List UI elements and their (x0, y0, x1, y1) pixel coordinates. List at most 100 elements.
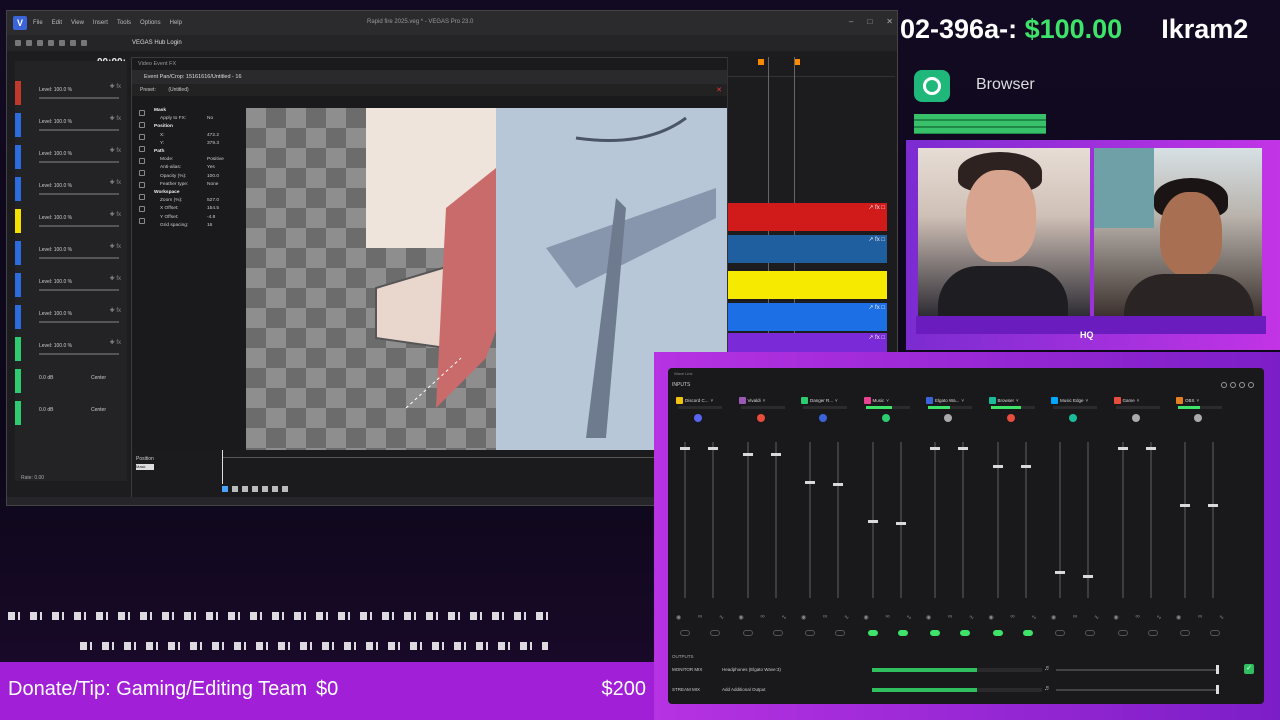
property-value[interactable]: Positive (207, 157, 224, 162)
preset-value[interactable]: (Untitled) (168, 87, 188, 93)
stream-fader[interactable] (708, 442, 718, 598)
snap-grid-icon[interactable] (139, 158, 145, 164)
property-value[interactable]: 379.3 (207, 141, 219, 146)
property-row[interactable]: Y: 379.3 (152, 141, 244, 148)
channel-header[interactable]: Browser ˅ (988, 396, 1037, 405)
track-fx-icon[interactable]: ✚ fx (110, 275, 121, 282)
channel-header[interactable]: Music ˅ (863, 396, 912, 405)
fader-knob[interactable] (742, 452, 753, 456)
stream-mix-toggle[interactable] (960, 630, 970, 636)
track-fx-icon[interactable]: ✚ fx (110, 83, 121, 90)
broadcast-icon[interactable]: ∿ (781, 614, 786, 621)
track-fx-icon[interactable]: ✚ fx (110, 243, 121, 250)
channel-header[interactable]: Discord C... ˅ (676, 396, 724, 405)
redo-icon[interactable] (81, 40, 87, 46)
chevron-down-icon[interactable]: ˅ (1086, 398, 1089, 403)
fader-knob[interactable] (1083, 574, 1093, 578)
add-input-icon[interactable] (1221, 382, 1227, 388)
fader-knob[interactable] (708, 446, 718, 450)
audio-track-header[interactable]: 0.0 dB Center (15, 367, 127, 397)
track-level-slider[interactable] (39, 129, 119, 131)
menu-help[interactable]: Help (170, 20, 182, 26)
video-track-header[interactable]: Level: 100.0 % ✚ fx (15, 271, 127, 301)
track-fx-icon[interactable]: ✚ fx (110, 147, 121, 154)
track-fx-icon[interactable]: ✚ fx (110, 307, 121, 314)
audio-track-header[interactable]: 0.0 dB Center (15, 399, 127, 429)
check-icon[interactable]: ✓ (1244, 664, 1254, 674)
video-track-header[interactable]: Level: 100.0 % ✚ fx (15, 239, 127, 269)
track-level-slider[interactable] (39, 225, 119, 227)
property-row[interactable]: Grid spacing: 16 (152, 223, 244, 230)
headphones-icon[interactable]: ◉ (989, 614, 994, 621)
prev-keyframe-icon[interactable] (242, 486, 248, 492)
keyframe-cursor[interactable] (222, 450, 223, 484)
undo-icon[interactable] (70, 40, 76, 46)
track-fx-icon[interactable]: ✚ fx (110, 211, 121, 218)
fx-icons[interactable]: ↗ fx □ (868, 304, 885, 311)
last-keyframe-icon[interactable] (262, 486, 268, 492)
channel-header[interactable]: Vivaldi ˅ (738, 396, 787, 405)
monitor-mix-toggle[interactable] (1117, 630, 1128, 636)
stream-mix-toggle[interactable] (1147, 630, 1158, 636)
delete-keyframe-icon[interactable] (282, 486, 288, 492)
channel-header[interactable]: Danger R... ˅ (801, 396, 849, 405)
channel-header[interactable]: Music Edge ˅ (1051, 396, 1099, 405)
render-icon[interactable] (48, 40, 54, 46)
channel-header[interactable]: Elgato Wa... ˅ (926, 396, 974, 405)
property-row[interactable]: X: 472.2 (152, 133, 244, 140)
chevron-down-icon[interactable]: ˅ (1137, 398, 1140, 403)
move-freely-icon[interactable] (139, 194, 145, 200)
stream-mix-toggle[interactable] (897, 630, 908, 636)
stream-fader[interactable] (770, 442, 781, 598)
stream-mix-toggle[interactable] (1210, 630, 1220, 636)
monitor-mix-toggle[interactable] (680, 630, 690, 636)
chevron-down-icon[interactable]: ˅ (961, 398, 964, 403)
track-level-slider[interactable] (39, 289, 119, 291)
volume-knob[interactable] (1216, 665, 1219, 674)
fader-knob[interactable] (833, 482, 843, 486)
fader-knob[interactable] (1208, 504, 1218, 508)
property-row[interactable]: Mode: Positive (152, 157, 244, 164)
rectangle-mask-icon[interactable] (139, 206, 145, 212)
red-track-event[interactable]: ↗ fx □ (728, 203, 887, 231)
show-properties-icon[interactable] (139, 146, 145, 152)
channel-header[interactable]: Game ˅ (1113, 396, 1162, 405)
speaker-icon[interactable]: ♬ (1044, 665, 1051, 672)
property-row[interactable]: Anti-alias: Yes (152, 165, 244, 172)
output-device-select[interactable]: Headphones (Elgato Wave:3) (722, 667, 781, 672)
fader-knob[interactable] (680, 446, 690, 450)
broadcast-icon[interactable]: ∿ (1094, 614, 1099, 621)
headphones-icon[interactable]: ◉ (1176, 614, 1181, 621)
fx-icons[interactable]: ↗ fx □ (868, 236, 885, 243)
hub-login-button[interactable]: VEGAS Hub Login (132, 40, 182, 46)
output-volume-slider[interactable] (1056, 689, 1216, 691)
next-keyframe-icon[interactable] (252, 486, 258, 492)
stream-mix-toggle[interactable] (835, 630, 845, 636)
output-device-select[interactable]: Add Additional Output (722, 687, 766, 692)
link-icon[interactable]: ∞ (948, 614, 952, 621)
monitor-mix-toggle[interactable] (867, 630, 878, 636)
sync-cursor-icon[interactable] (222, 486, 228, 492)
first-keyframe-icon[interactable] (232, 486, 238, 492)
close-icon[interactable]: ✕ (716, 86, 722, 94)
monitor-fader[interactable] (867, 442, 878, 598)
link-icon[interactable]: ∞ (760, 614, 764, 621)
stream-fader[interactable] (1208, 442, 1218, 598)
track-level-slider[interactable] (39, 257, 119, 259)
link-icon[interactable]: ∞ (823, 614, 827, 621)
fader-knob[interactable] (770, 452, 781, 456)
lock-aspect-icon[interactable] (139, 170, 145, 176)
fader-knob[interactable] (867, 520, 878, 523)
property-row[interactable]: Opacity (%): 100.0 (152, 174, 244, 181)
chevron-down-icon[interactable]: ˅ (886, 398, 889, 403)
property-row[interactable]: Feather type: None (152, 182, 244, 189)
fader-knob[interactable] (1180, 504, 1190, 508)
minimize-icon[interactable]: – (849, 17, 853, 26)
link-icon[interactable]: ∞ (885, 614, 889, 621)
fader-knob[interactable] (1145, 446, 1156, 450)
anchor-creation-tool-icon[interactable] (139, 122, 145, 128)
track-level-slider[interactable] (39, 321, 119, 323)
property-value[interactable]: -4.8 (207, 215, 215, 220)
marker-icon[interactable] (758, 59, 764, 65)
monitor-mix-toggle[interactable] (1180, 630, 1190, 636)
